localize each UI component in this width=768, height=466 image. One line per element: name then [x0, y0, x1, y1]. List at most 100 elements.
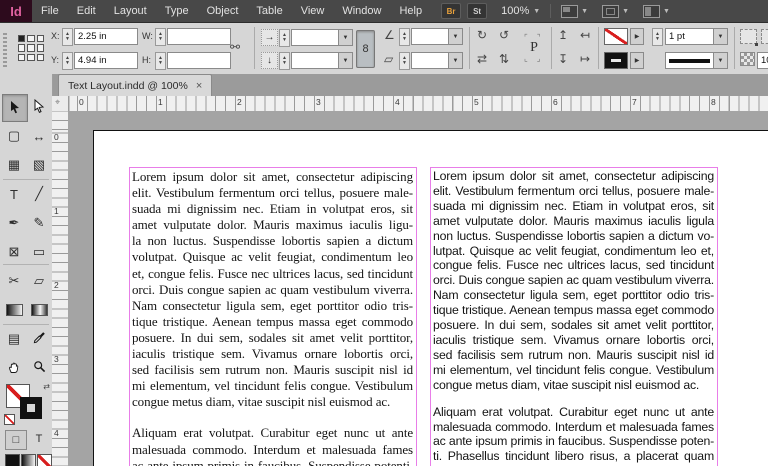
text-line: tique tristique. Aenean tempus massa ege…: [132, 313, 413, 329]
scale-x-input[interactable]: ▼: [291, 29, 353, 46]
rotate-cw-button[interactable]: ↻: [477, 27, 487, 43]
scale-y-stepper[interactable]: ▲ ▼: [279, 52, 290, 70]
page-tool[interactable]: ▢: [2, 123, 26, 149]
y-position-input[interactable]: 4.94 in: [74, 52, 138, 69]
content-placer-tool[interactable]: ▧: [27, 152, 51, 178]
fill-stroke-proxy[interactable]: ⇄: [4, 382, 50, 425]
apply-none-button[interactable]: [37, 454, 52, 466]
text-frame-2[interactable]: Lorem ipsum dolor sit amet, consectetur …: [430, 167, 718, 466]
stroke-weight-dropdown[interactable]: 1 pt ▼: [665, 28, 728, 45]
apply-gradient-button[interactable]: [21, 454, 36, 466]
reference-point-selector[interactable]: [18, 35, 44, 61]
rotation-stepper[interactable]: ▲ ▼: [399, 28, 410, 46]
chevron-down-icon[interactable]: ▼: [713, 53, 727, 68]
chevron-down-icon[interactable]: ▼: [448, 53, 462, 68]
swap-fill-stroke-icon[interactable]: ⇄: [43, 382, 50, 391]
vertical-ruler[interactable]: 0 1 2 3 4: [52, 111, 69, 466]
menu-object[interactable]: Object: [198, 0, 248, 22]
free-transform-tool[interactable]: ▱: [27, 268, 51, 294]
select-content-button[interactable]: ↧: [558, 51, 568, 67]
note-tool[interactable]: ▤: [2, 326, 26, 352]
direct-selection-tool[interactable]: [27, 94, 51, 120]
eyedropper-tool[interactable]: [27, 326, 51, 352]
w-stepper[interactable]: ▲ ▼: [155, 28, 166, 46]
menu-table[interactable]: Table: [247, 0, 291, 22]
shear-stepper[interactable]: ▲ ▼: [399, 52, 410, 70]
ruler-number: 3: [316, 97, 321, 107]
corner-shape-icon[interactable]: [761, 29, 768, 44]
zoom-level-dropdown[interactable]: 100% ▼: [501, 5, 540, 17]
arrange-documents-dropdown[interactable]: ▼: [643, 4, 670, 18]
rotation-angle-input[interactable]: ▼: [411, 28, 463, 45]
opacity-icon: [740, 52, 755, 66]
constrain-dimensions-icon[interactable]: ⚯: [230, 39, 240, 55]
h-stepper[interactable]: ▲ ▼: [155, 52, 166, 70]
select-previous-button[interactable]: ↤: [580, 27, 590, 43]
stroke-flyout-button[interactable]: ▶: [630, 52, 644, 69]
width-input[interactable]: [167, 28, 231, 45]
y-stepper[interactable]: ▲ ▼: [62, 52, 73, 70]
menu-window[interactable]: Window: [333, 0, 390, 22]
menu-help[interactable]: Help: [390, 0, 431, 22]
x-position-input[interactable]: 2.25 in: [74, 28, 138, 45]
shear-angle-input[interactable]: ▼: [411, 52, 463, 69]
chevron-down-icon[interactable]: ▼: [448, 29, 462, 44]
scale-y-input[interactable]: ▼: [291, 52, 353, 69]
hand-tool[interactable]: [2, 355, 26, 381]
rotate-ccw-button[interactable]: ↺: [499, 27, 509, 43]
apply-color-button[interactable]: [5, 454, 20, 466]
selection-tool[interactable]: [2, 94, 28, 122]
horizontal-ruler[interactable]: 0 1 2 3 4 5 6 7 8: [68, 96, 768, 112]
text-frame-1[interactable]: Lorem ipsum dolor sit amet, consectetur …: [129, 167, 417, 466]
stroke-weight-stepper[interactable]: ▲ ▼: [652, 28, 663, 46]
opacity-input[interactable]: 100%: [757, 52, 768, 69]
chevron-down-icon[interactable]: ▼: [338, 53, 352, 68]
select-next-button[interactable]: ↦: [580, 51, 590, 67]
chevron-down-icon[interactable]: ▼: [338, 30, 352, 45]
line-tool[interactable]: ╱: [27, 181, 51, 207]
menu-file[interactable]: File: [32, 0, 68, 22]
menu-view[interactable]: View: [292, 0, 334, 22]
formatting-affects-text-button[interactable]: T: [29, 430, 49, 448]
text-line: sed facilisis sem rutrum non. Mauris sus…: [433, 347, 714, 362]
constrain-scale-button[interactable]: 8: [356, 30, 375, 68]
panel-grip[interactable]: [3, 31, 7, 67]
default-fill-stroke-icon[interactable]: [4, 414, 15, 425]
content-collector-tool[interactable]: ▦: [2, 152, 26, 178]
scale-x-stepper[interactable]: ▲ ▼: [279, 29, 290, 47]
menu-edit[interactable]: Edit: [68, 0, 105, 22]
document-tab[interactable]: Text Layout.indd @ 100% ×: [58, 74, 213, 96]
select-container-button[interactable]: ↥: [558, 27, 568, 43]
gradient-feather-tool[interactable]: [27, 297, 51, 323]
close-icon[interactable]: ×: [196, 80, 202, 91]
corner-options-icon[interactable]: [740, 29, 758, 46]
pencil-tool[interactable]: ✎: [27, 210, 51, 236]
height-input[interactable]: [167, 52, 231, 69]
chevron-down-icon[interactable]: ▼: [713, 29, 727, 44]
menu-type[interactable]: Type: [156, 0, 198, 22]
stroke-swatch-black[interactable]: [604, 52, 628, 69]
view-options-dropdown[interactable]: ▼: [561, 4, 588, 18]
flip-vertical-button[interactable]: ⇅: [499, 51, 509, 67]
rectangle-tool[interactable]: ▭: [27, 239, 51, 265]
rectangle-frame-tool[interactable]: ⊠: [2, 239, 26, 265]
stroke-black-swatch[interactable]: [20, 397, 42, 419]
fill-flyout-button[interactable]: ▶: [630, 28, 644, 45]
type-tool[interactable]: T: [2, 181, 26, 207]
screen-mode-dropdown[interactable]: ▼: [602, 4, 630, 18]
formatting-affects-container-button[interactable]: □: [5, 430, 27, 450]
ruler-origin-corner[interactable]: [52, 96, 69, 112]
stock-button[interactable]: St: [467, 3, 488, 19]
zoom-tool[interactable]: [27, 355, 51, 381]
pen-tool[interactable]: ✒: [2, 210, 26, 236]
menu-layout[interactable]: Layout: [105, 0, 156, 22]
chevron-down-icon: ▼: [622, 7, 630, 15]
stroke-type-dropdown[interactable]: ▼: [665, 52, 728, 69]
scissors-tool[interactable]: ✂: [2, 268, 26, 294]
fill-swatch-none[interactable]: [604, 28, 628, 45]
x-stepper[interactable]: ▲ ▼: [62, 28, 73, 46]
gradient-swatch-tool[interactable]: [2, 297, 26, 323]
gap-tool[interactable]: ↔: [27, 123, 51, 149]
bridge-button[interactable]: Br: [441, 3, 462, 19]
flip-horizontal-button[interactable]: ⇄: [477, 51, 487, 67]
